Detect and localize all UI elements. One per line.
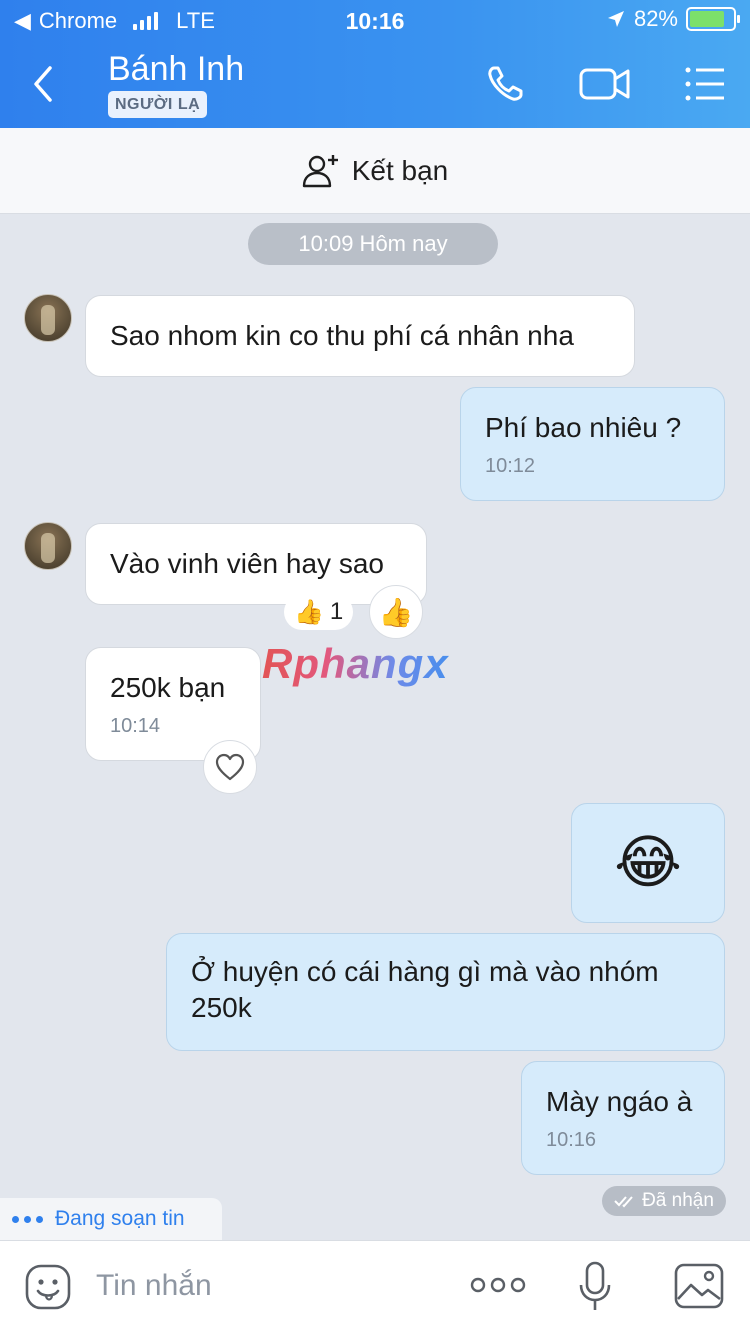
day-timestamp: 10:09 Hôm nay bbox=[248, 223, 498, 265]
watermark: Rphangx bbox=[262, 640, 449, 687]
avatar[interactable] bbox=[24, 522, 72, 570]
video-icon[interactable] bbox=[578, 62, 632, 106]
message-text: 250k bbox=[191, 992, 252, 1023]
message-bubble[interactable]: Sao nhom kin co thu phí cá nhân nha bbox=[85, 295, 635, 377]
phone-icon[interactable] bbox=[484, 62, 528, 106]
thumbs-up-icon: 👍 bbox=[294, 598, 324, 626]
message-time: 10:14 bbox=[110, 715, 161, 737]
message-time: 10:12 bbox=[485, 455, 536, 477]
react-button[interactable] bbox=[203, 740, 257, 794]
typing-dots-icon bbox=[12, 1215, 43, 1223]
add-user-icon bbox=[302, 154, 338, 187]
message-text: Sao nhom kin co thu phí cá nhân nha bbox=[110, 320, 574, 351]
image-icon[interactable] bbox=[674, 1263, 724, 1309]
status-bar: ◀ Chrome LTE 10:16 82% bbox=[0, 0, 750, 40]
message-bubble[interactable]: Ở huyện có cái hàng gì mà vào nhóm 250k bbox=[166, 933, 725, 1051]
emoji-icon[interactable] bbox=[24, 1263, 72, 1311]
back-icon[interactable] bbox=[28, 64, 64, 104]
battery-icon bbox=[686, 7, 740, 31]
typing-label: Đang soạn tin bbox=[55, 1207, 185, 1230]
stranger-badge: NGƯỜI LẠ bbox=[108, 91, 208, 118]
add-friend-label: Kết bạn bbox=[351, 154, 449, 186]
thumbs-up-icon: 👍 bbox=[378, 596, 414, 628]
delivery-status-label: Đã nhận bbox=[642, 1190, 714, 1211]
typing-indicator: Đang soạn tin bbox=[0, 1198, 222, 1240]
delivery-status: Đã nhận bbox=[602, 1186, 726, 1216]
add-friend-button[interactable]: Kết bạn bbox=[0, 128, 750, 214]
message-bubble[interactable]: 😂 bbox=[571, 803, 725, 923]
react-button[interactable]: 👍 bbox=[369, 585, 423, 639]
message-text: Ở huyện có cái hàng gì mà vào nhóm bbox=[191, 956, 659, 987]
reaction-count: 1 bbox=[329, 598, 344, 625]
battery-percent: 82% bbox=[633, 6, 678, 31]
message-bubble[interactable]: Phí bao nhiêu ? 10:12 bbox=[460, 387, 725, 501]
heart-icon bbox=[215, 753, 245, 781]
message-text: Mày ngáo à bbox=[546, 1086, 693, 1117]
message-time: 10:16 bbox=[546, 1129, 597, 1151]
menu-icon[interactable] bbox=[684, 62, 728, 106]
location-arrow-icon bbox=[607, 11, 624, 27]
message-text: 250k bạn bbox=[110, 672, 226, 703]
contact-name[interactable]: Bánh Inh bbox=[108, 50, 244, 89]
message-input-bar: Tin nhắn bbox=[0, 1240, 750, 1334]
laughing-emoji: 😂 bbox=[614, 830, 682, 895]
top-header: ◀ Chrome LTE 10:16 82% Bánh Inh NGƯỜI LẠ bbox=[0, 0, 750, 128]
more-icon[interactable] bbox=[470, 1273, 526, 1297]
double-check-icon bbox=[614, 1196, 633, 1208]
reaction-summary[interactable]: 👍 1 bbox=[284, 594, 354, 630]
avatar[interactable] bbox=[24, 294, 72, 342]
mic-icon[interactable] bbox=[578, 1261, 612, 1313]
message-text: Vào vinh viên hay sao bbox=[110, 548, 384, 579]
message-input[interactable]: Tin nhắn bbox=[96, 1269, 212, 1303]
message-bubble[interactable]: Mày ngáo à 10:16 bbox=[521, 1061, 725, 1175]
status-right: 82% bbox=[606, 6, 740, 32]
message-text: Phí bao nhiêu ? bbox=[485, 412, 682, 443]
